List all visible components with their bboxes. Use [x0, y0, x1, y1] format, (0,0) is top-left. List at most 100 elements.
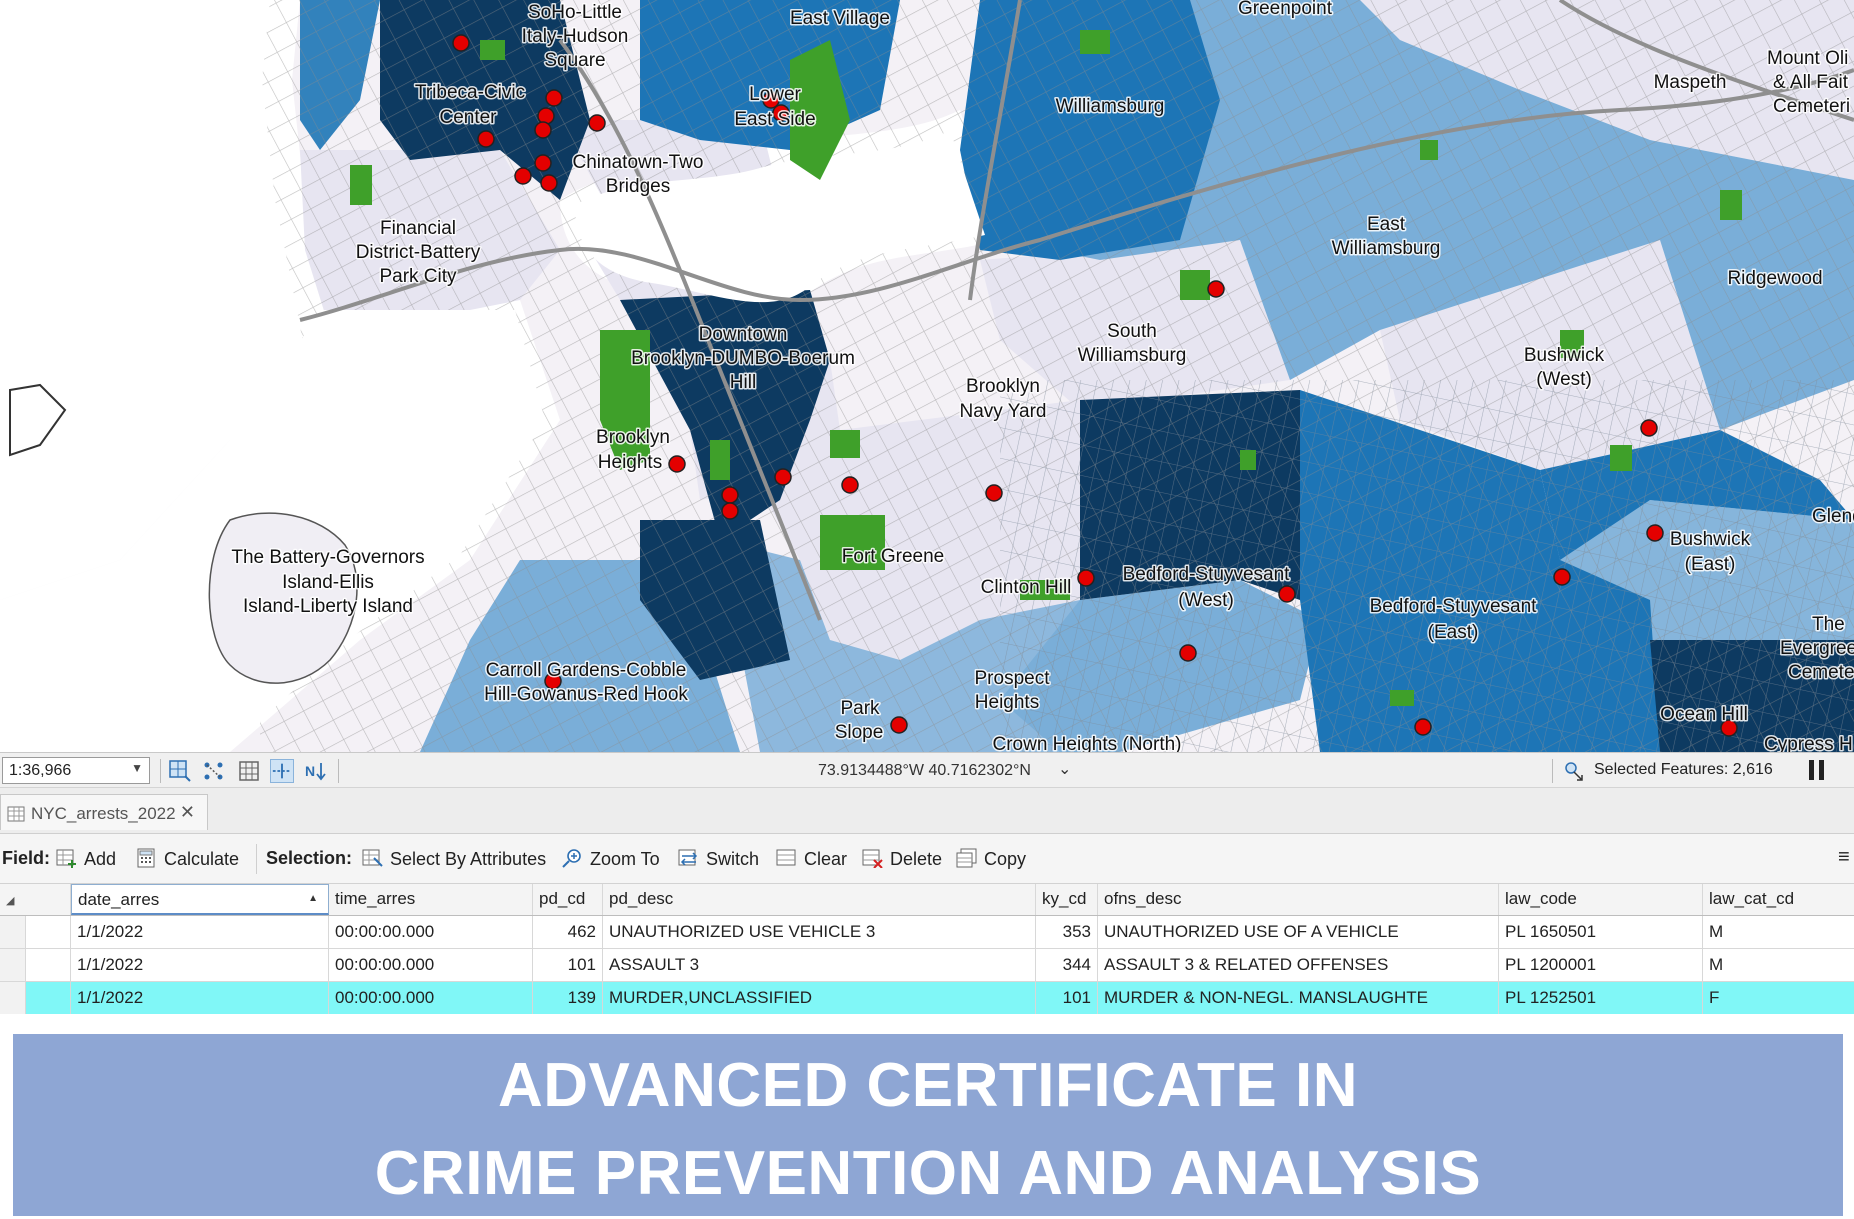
svg-text:N: N [305, 763, 315, 779]
switch-label: Switch [706, 849, 760, 869]
cell-ofns-desc[interactable]: UNAUTHORIZED USE OF A VEHICLE [1098, 916, 1499, 948]
tab-label: NYC_arrests_2022 [31, 804, 176, 823]
cell-time-arres[interactable]: 00:00:00.000 [329, 916, 533, 948]
table-row-selected[interactable]: 1/1/2022 00:00:00.000 139 MURDER,UNCLASS… [0, 982, 1854, 1014]
selected-features-icon[interactable] [1562, 759, 1586, 783]
column-header-law-cat-cd[interactable]: law_cat_cd [1703, 884, 1854, 915]
cell-pd-cd[interactable]: 462 [533, 916, 603, 948]
cell-pd-cd[interactable]: 101 [533, 949, 603, 981]
clear-label: Clear [804, 849, 848, 869]
cell-date-arres[interactable]: 1/1/2022 [71, 916, 329, 948]
arrest-point [774, 468, 792, 486]
select-by-attributes-icon [362, 849, 383, 867]
label-east-village: East Village [790, 8, 890, 29]
label-crown-heights: Crown Heights (North) [993, 734, 1182, 752]
select-by-attributes-button[interactable]: Select By Attributes [362, 848, 546, 870]
column-label: law_cat_cd [1709, 889, 1795, 908]
cell-ofns-desc[interactable]: MURDER & NON-NEGL. MANSLAUGHTE [1098, 982, 1499, 1014]
arrest-point [668, 455, 686, 473]
column-header-date-arres[interactable]: date_arres ▲ [71, 884, 329, 915]
label-ridgewood: Ridgewood [1727, 268, 1822, 289]
cell-ky-cd[interactable]: 353 [1036, 916, 1098, 948]
cell-time-arres[interactable]: 00:00:00.000 [329, 949, 533, 981]
cell-ky-cd[interactable]: 344 [1036, 949, 1098, 981]
cell-law-cat-cd[interactable]: M [1703, 949, 1854, 981]
row-header [26, 982, 71, 1014]
coordinate-format-chevron-icon[interactable]: ⌄ [1058, 759, 1071, 779]
cell-ky-cd[interactable]: 101 [1036, 982, 1098, 1014]
banner-area: ADVANCED CERTIFICATE IN CRIME PREVENTION… [0, 1014, 1854, 1219]
table-row[interactable]: 1/1/2022 00:00:00.000 101 ASSAULT 3 344 … [0, 949, 1854, 982]
cell-pd-desc[interactable]: ASSAULT 3 [603, 949, 1036, 981]
cell-ofns-desc[interactable]: ASSAULT 3 & RELATED OFFENSES [1098, 949, 1499, 981]
calculate-label: Calculate [164, 849, 240, 869]
label-fidi-3: Park City [379, 266, 457, 287]
arrest-point [721, 486, 739, 504]
row-selector[interactable] [0, 982, 26, 1014]
label-mount-olivet: Mount Oli [1767, 48, 1848, 69]
column-label: law_code [1505, 889, 1577, 908]
table-row[interactable]: 1/1/2022 00:00:00.000 462 UNAUTHORIZED U… [0, 916, 1854, 949]
menu-icon[interactable]: ≡ [1838, 846, 1850, 869]
switch-selection-icon [678, 849, 698, 866]
label-brooklyn-heights-2: Heights [598, 452, 662, 473]
cell-law-code[interactable]: PL 1252501 [1499, 982, 1703, 1014]
column-header-ofns-desc[interactable]: ofns_desc [1098, 884, 1499, 915]
label-fidi-2: District-Battery [356, 242, 481, 263]
arrest-point [1278, 585, 1296, 603]
cell-law-code[interactable]: PL 1650501 [1499, 916, 1703, 948]
scale-dropdown[interactable]: 1:36,966 ▼ [2, 757, 150, 784]
label-downtown-bk-2: Brooklyn-DUMBO-Boerum [631, 348, 855, 369]
map-status-bar: 1:36,966 ▼ N 73.9134488°W 40.7162302°N ⌄… [0, 752, 1854, 788]
grid-icon[interactable] [237, 759, 261, 783]
north-arrow-icon[interactable]: N [304, 759, 328, 783]
label-carroll-gardens: Carroll Gardens-Cobble [486, 660, 687, 681]
row-selector[interactable] [0, 949, 26, 981]
column-header-pd-desc[interactable]: pd_desc [603, 884, 1036, 915]
cell-date-arres[interactable]: 1/1/2022 [71, 949, 329, 981]
cell-date-arres[interactable]: 1/1/2022 [71, 982, 329, 1014]
map-canvas[interactable]: SoHo-Little Italy-Hudson Square East Vil… [0, 0, 1854, 752]
constraints-icon[interactable] [270, 759, 294, 783]
snapping-icon[interactable] [202, 759, 226, 783]
clear-selection-button[interactable]: Clear [776, 848, 847, 870]
cell-law-cat-cd[interactable]: F [1703, 982, 1854, 1014]
column-header-ky-cd[interactable]: ky_cd [1036, 884, 1098, 915]
row-selector[interactable] [0, 916, 26, 948]
cell-time-arres[interactable]: 00:00:00.000 [329, 982, 533, 1014]
column-header-pd-cd[interactable]: pd_cd [533, 884, 603, 915]
calculate-field-button[interactable]: Calculate [136, 848, 239, 870]
label-fidi: Financial [380, 218, 456, 239]
arrest-point [841, 476, 859, 494]
add-field-label: Add [84, 849, 117, 869]
column-label: date_arres [78, 890, 160, 909]
label-battery-3: Island-Liberty Island [243, 596, 413, 617]
label-navy-yard-2: Navy Yard [960, 401, 1047, 422]
certificate-banner: ADVANCED CERTIFICATE IN CRIME PREVENTION… [13, 1034, 1843, 1216]
column-header-law-code[interactable]: law_code [1499, 884, 1703, 915]
fixed-zoom-icon[interactable] [168, 759, 192, 783]
column-label: ofns_desc [1104, 889, 1182, 908]
cell-pd-desc[interactable]: UNAUTHORIZED USE VEHICLE 3 [603, 916, 1036, 948]
select-by-attributes-label: Select By Attributes [390, 849, 547, 869]
select-all-corner[interactable]: ◢ [0, 884, 26, 915]
pause-drawing-icon[interactable] [1809, 760, 1827, 780]
copy-button[interactable]: Copy [956, 848, 1026, 870]
cell-law-cat-cd[interactable]: M [1703, 916, 1854, 948]
add-field-button[interactable]: Add [56, 848, 116, 870]
label-evergreens-2: Evergree [1780, 638, 1854, 659]
table-header-row: ◢ date_arres ▲ time_arres pd_cd pd_desc … [0, 884, 1854, 916]
cell-pd-desc[interactable]: MURDER,UNCLASSIFIED [603, 982, 1036, 1014]
tab-nyc-arrests-2022[interactable]: NYC_arrests_2022 ✕ [0, 794, 208, 830]
switch-selection-button[interactable]: Switch [678, 848, 759, 870]
delete-button[interactable]: Delete [862, 848, 942, 870]
close-icon[interactable]: ✕ [180, 802, 195, 823]
arrest-point [985, 484, 1003, 502]
column-header-time-arres[interactable]: time_arres [329, 884, 533, 915]
cell-pd-cd[interactable]: 139 [533, 982, 603, 1014]
label-east-williamsburg-2: Williamsburg [1332, 238, 1441, 259]
sort-ascending-icon: ▲ [308, 893, 318, 904]
map-view[interactable]: SoHo-Little Italy-Hudson Square East Vil… [0, 0, 1854, 752]
zoom-to-button[interactable]: Zoom To [562, 848, 660, 870]
cell-law-code[interactable]: PL 1200001 [1499, 949, 1703, 981]
